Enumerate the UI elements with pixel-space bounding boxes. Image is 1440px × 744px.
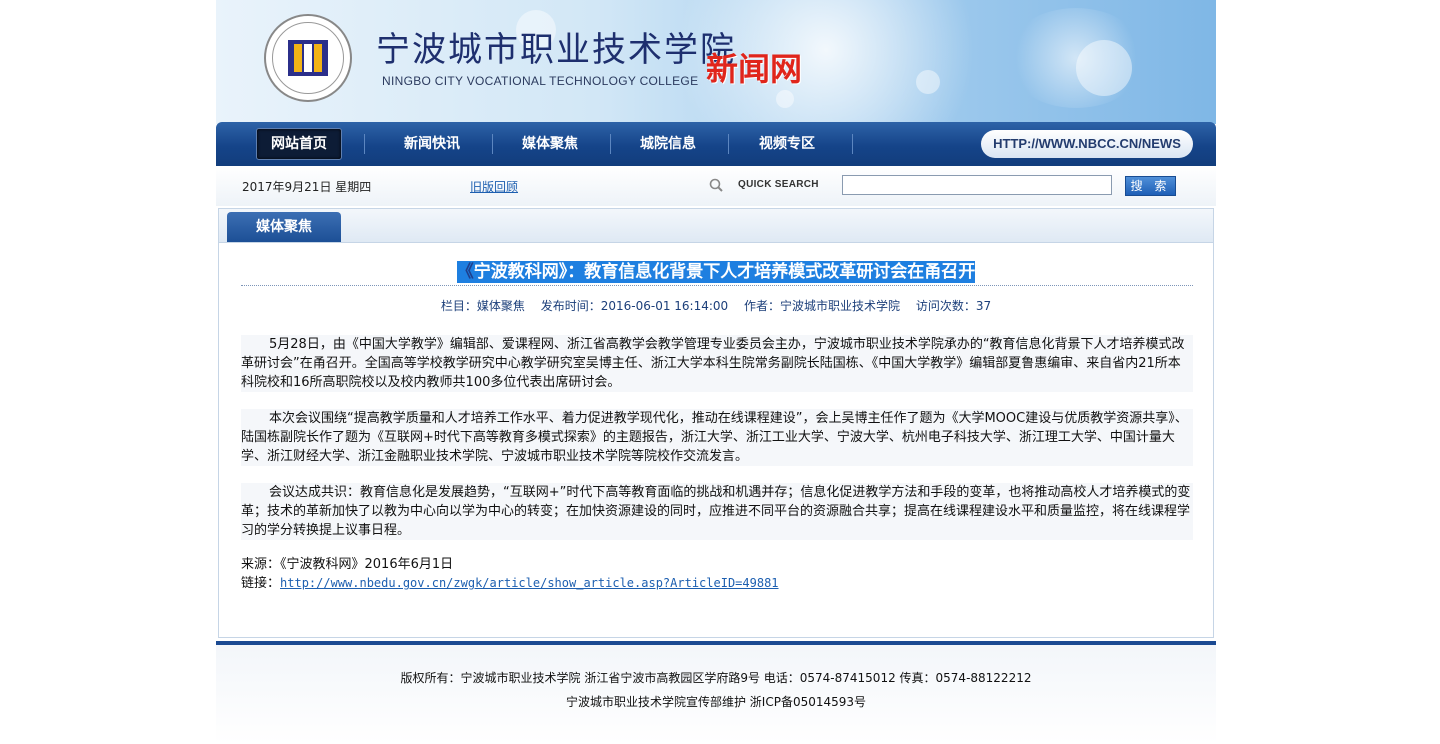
nav-item-home[interactable]: 网站首页	[256, 128, 342, 160]
footer-icp: 宁波城市职业技术学院宣传部维护 浙ICP备05014593号	[565, 695, 867, 709]
nav-item-campus-info[interactable]: 城院信息	[618, 122, 718, 166]
article-paragraph: 会议达成共识：教育信息化是发展趋势，“互联网+”时代下高等教育面临的挑战和机遇并…	[241, 483, 1193, 540]
old-version-link[interactable]: 旧版回顾	[470, 178, 518, 195]
current-date: 2017年9月21日 星期四	[242, 180, 372, 194]
search-icon	[709, 178, 723, 192]
link-line: 链接：http://www.nbedu.gov.cn/zwgk/article/…	[241, 574, 779, 593]
school-name-cn: 宁波城市职业技术学院	[376, 30, 736, 70]
main-nav: 网站首页 新闻快讯 媒体聚焦 城院信息 视频专区 HTTP://WWW.NBCC…	[216, 122, 1216, 166]
quick-search-label: QUICK SEARCH	[738, 179, 819, 190]
footer-copyright: 版权所有：宁波城市职业技术学院 浙江省宁波市高教园区学府路9号 电话：0574-…	[400, 671, 1032, 685]
meta-column: 栏目：媒体聚焦	[440, 299, 525, 313]
footer: 版权所有：宁波城市职业技术学院 浙江省宁波市高教园区学府路9号 电话：0574-…	[216, 641, 1216, 744]
content-panel: 媒体聚焦 《宁波教科网》：教育信息化背景下人才培养模式改革研讨会在甬召开 栏目：…	[218, 208, 1214, 638]
panel-tab-bar: 媒体聚焦	[219, 209, 1213, 243]
meta-author: 作者：宁波城市职业技术学院	[744, 299, 901, 313]
nav-item-media-focus[interactable]: 媒体聚焦	[500, 122, 600, 166]
meta-published: 发布时间：2016-06-01 16:14:00	[540, 299, 729, 313]
article-source: 来源：《宁波教科网》2016年6月1日 链接：http://www.nbedu.…	[241, 555, 779, 593]
title-divider	[241, 285, 1193, 286]
info-bar: 2017年9月21日 星期四 旧版回顾 QUICK SEARCH 搜 索	[216, 166, 1216, 206]
article-meta: 栏目：媒体聚焦 发布时间：2016-06-01 16:14:00 作者：宁波城市…	[219, 297, 1213, 314]
search-input[interactable]	[842, 175, 1112, 195]
college-emblem-icon	[288, 40, 328, 76]
article-paragraph: 本次会议围绕“提高教学质量和人才培养工作水平、着力促进教学现代化，推动在线课程建…	[241, 409, 1193, 466]
article-paragraph: 5月28日，由《中国大学教学》编辑部、爱课程网、浙江省高教学会教学管理专业委员会…	[241, 335, 1193, 392]
site-title: 新闻网	[706, 50, 803, 88]
nav-item-video[interactable]: 视频专区	[736, 122, 838, 166]
meta-visits: 访问次数：37	[915, 299, 992, 313]
page: 宁波城市职业技术学院 NINGBO CITY VOCATIONAL TECHNO…	[216, 0, 1216, 744]
header-banner: 宁波城市职业技术学院 NINGBO CITY VOCATIONAL TECHNO…	[216, 0, 1216, 124]
search-button[interactable]: 搜 索	[1125, 176, 1176, 196]
source-line: 来源：《宁波教科网》2016年6月1日	[241, 557, 454, 572]
article-title-text: 宁波教科网》：教育信息化背景下人才培养模式改革研讨会在甬召开	[473, 261, 976, 283]
tab-media-focus[interactable]: 媒体聚焦	[227, 212, 341, 242]
article-title-prefix: 《	[456, 262, 474, 282]
school-name-en: NINGBO CITY VOCATIONAL TECHNOLOGY COLLEG…	[382, 74, 699, 88]
site-url-badge[interactable]: HTTP://WWW.NBCC.CN/NEWS	[981, 130, 1193, 158]
nav-item-news-flash[interactable]: 新闻快讯	[382, 122, 482, 166]
college-logo[interactable]	[264, 14, 352, 102]
source-link[interactable]: http://www.nbedu.gov.cn/zwgk/article/sho…	[280, 576, 779, 590]
link-label: 链接：	[241, 576, 281, 591]
article-title: 《宁波教科网》：教育信息化背景下人才培养模式改革研讨会在甬召开	[219, 257, 1213, 283]
